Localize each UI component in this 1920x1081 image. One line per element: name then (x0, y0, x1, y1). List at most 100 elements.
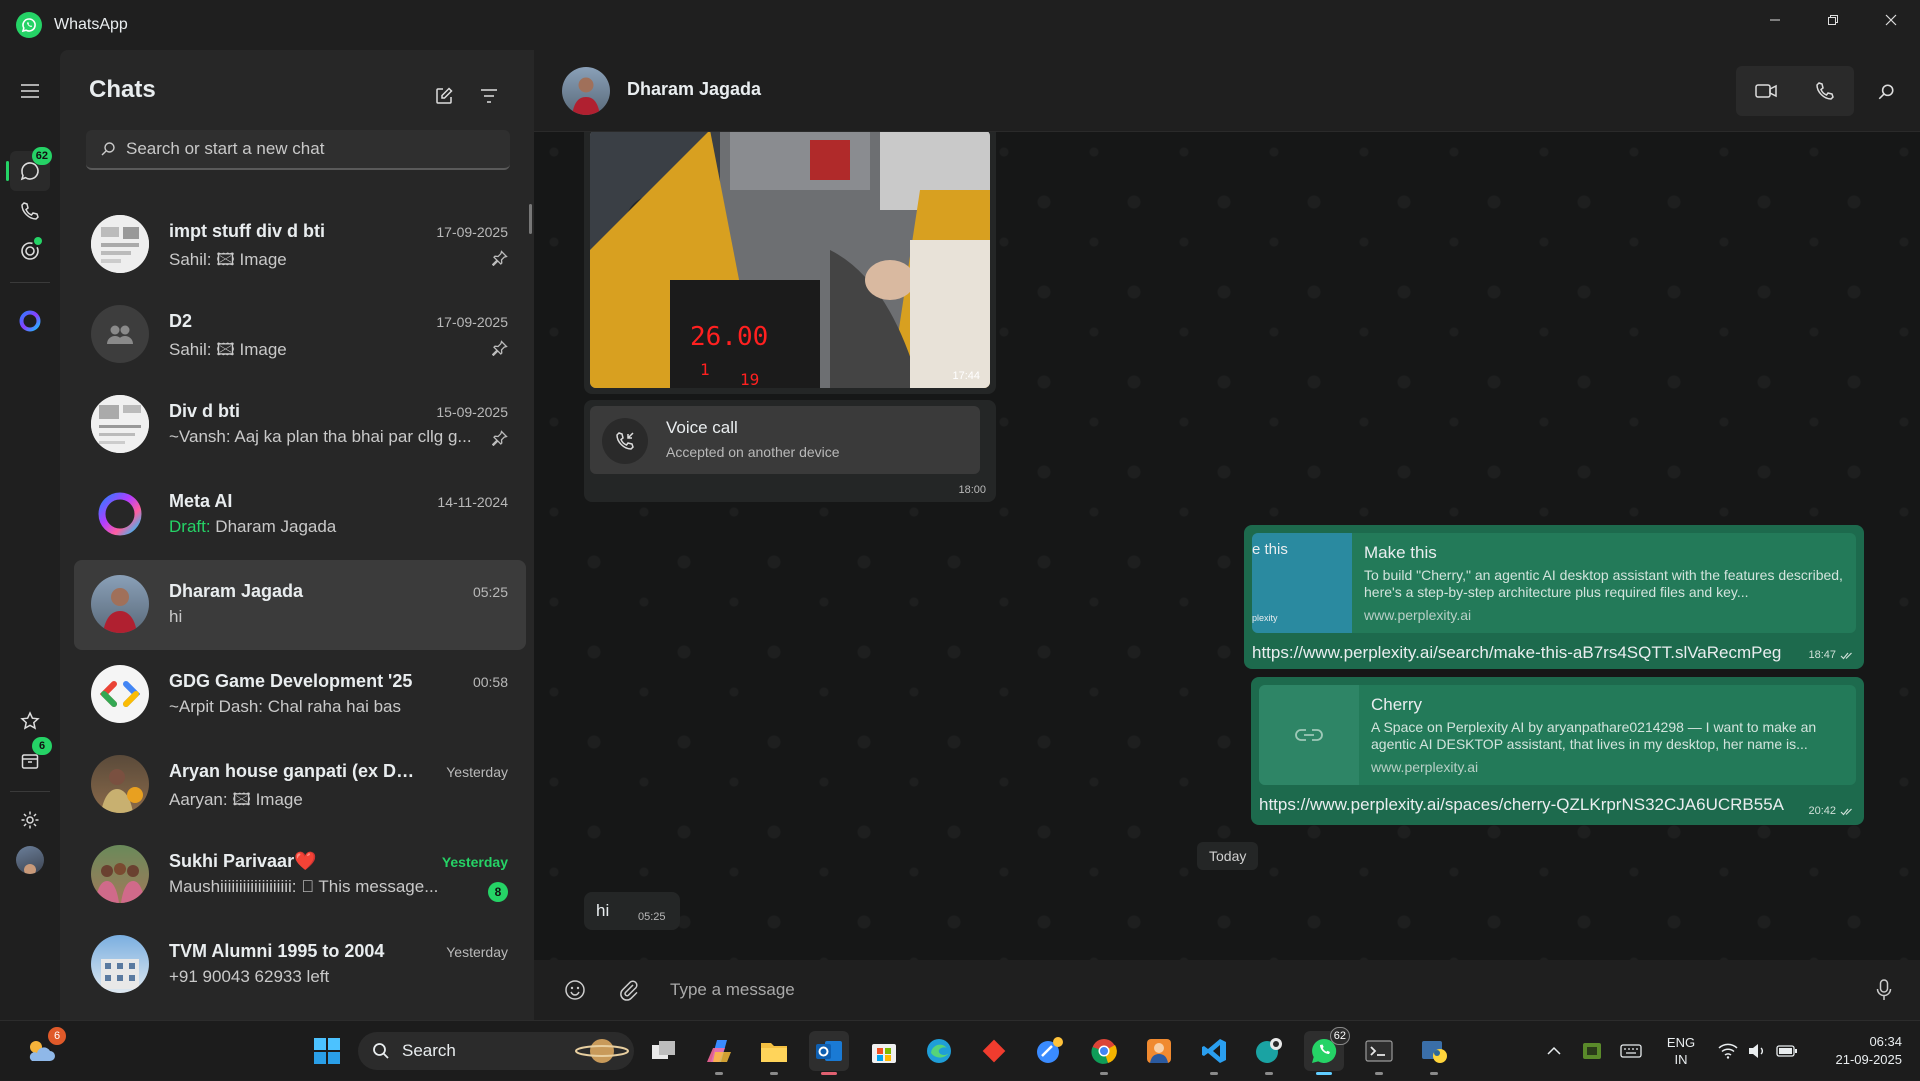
taskbar-edge[interactable] (919, 1031, 959, 1071)
close-window-button[interactable] (1862, 0, 1920, 40)
restore-button[interactable] (1804, 0, 1862, 40)
chat-item-div-d-bti[interactable]: Div d bti 15-09-2025 ~Vansh: Aaj ka plan… (74, 380, 526, 470)
contact-avatar[interactable] (562, 67, 610, 115)
chat-preview: Aaryan: 🖾 Image (169, 790, 303, 809)
group-icon (107, 325, 133, 344)
search-icon (1878, 84, 1894, 100)
chrome-icon (1091, 1039, 1117, 1064)
taskbar-outlook[interactable] (809, 1031, 849, 1075)
tray-overflow-button[interactable] (1542, 1021, 1566, 1081)
conversation-header[interactable]: Dharam Jagada (534, 50, 1920, 132)
voice-message-button[interactable] (1866, 972, 1902, 1008)
chat-item-meta-ai[interactable]: Meta AI 14-11-2024 Draft: Dharam Jagada (74, 470, 526, 560)
taskbar-weather[interactable]: 6 (20, 1027, 66, 1071)
tray-language-button[interactable]: ENG IN (1658, 1021, 1704, 1081)
unread-count-badge: 8 (488, 882, 508, 902)
taskbar-python[interactable] (1029, 1031, 1069, 1071)
chat-item-gdg[interactable]: GDG Game Development '25 00:58 ~Arpit Da… (74, 650, 526, 740)
chat-time: Yesterday (446, 944, 508, 960)
rail-status-button[interactable] (10, 231, 50, 271)
message-link-url[interactable]: https://www.perplexity.ai/search/make-th… (1252, 643, 1856, 663)
rail-settings-button[interactable] (10, 800, 50, 840)
chat-item-aryan-house[interactable]: Aryan house ganpati (ex Dea... Yesterday… (74, 740, 526, 830)
group-avatar (91, 935, 149, 993)
minimize-button[interactable] (1746, 0, 1804, 40)
clock-date: 21-09-2025 (1835, 1052, 1903, 1067)
new-chat-button[interactable] (426, 78, 462, 114)
navigation-rail: 62 6 (0, 50, 60, 1020)
double-check-icon (1840, 652, 1852, 659)
taskbar-vscode[interactable] (1194, 1031, 1234, 1075)
meta-ai-avatar (91, 485, 149, 543)
message-time: 17:44 (952, 370, 980, 382)
voice-call-button[interactable] (1795, 66, 1854, 116)
taskbar-copilot[interactable] (699, 1031, 739, 1075)
vscode-icon (1202, 1039, 1226, 1063)
link-preview-card[interactable]: e this plexity Make this To build "Cherr… (1252, 533, 1856, 633)
link-message-make-this[interactable]: e this plexity Make this To build "Cherr… (1244, 525, 1864, 669)
message-area[interactable]: 26.00 1 19 17:44 Voice call Accepted on … (534, 132, 1920, 960)
wifi-icon (1718, 1043, 1738, 1059)
rail-calls-button[interactable] (10, 191, 50, 231)
image-message[interactable]: 26.00 1 19 17:44 (584, 132, 996, 394)
archived-badge: 6 (32, 737, 52, 755)
attach-button[interactable] (611, 972, 647, 1008)
taskbar-terminal[interactable] (1359, 1031, 1399, 1075)
chat-preview: Maushiiiiiiiiiiiiiiiiiii: ⃠ This message… (169, 877, 439, 896)
message-link-url[interactable]: https://www.perplexity.ai/spaces/cherry-… (1259, 795, 1856, 815)
taskbar-whatsapp[interactable]: 62 (1304, 1027, 1350, 1075)
tray-quick-settings[interactable] (1714, 1021, 1802, 1081)
taskbar-edge-dev[interactable] (1249, 1031, 1289, 1075)
svg-text:1: 1 (700, 360, 710, 379)
chat-item-tvm-alumni[interactable]: TVM Alumni 1995 to 2004 Yesterday +91 90… (74, 920, 526, 1010)
message-photo[interactable]: 26.00 1 19 17:44 (590, 132, 990, 388)
group-avatar (91, 755, 149, 813)
chat-search-box[interactable] (86, 130, 510, 170)
chat-item-sukhi-parivaar[interactable]: Sukhi Parivaar❤️ Yesterday Maushiiiiiiii… (74, 830, 526, 920)
chat-item-dharam-jagada[interactable]: Dharam Jagada 05:25 hi (74, 560, 526, 650)
menu-button[interactable] (10, 71, 50, 111)
hamburger-icon (21, 84, 39, 98)
chat-item-d2[interactable]: D2 17-09-2025 Sahil: 🖾 Image (74, 290, 526, 380)
rail-starred-button[interactable] (10, 701, 50, 741)
link-message-cherry[interactable]: Cherry A Space on Perplexity AI by aryan… (1251, 677, 1864, 825)
video-call-button[interactable] (1736, 66, 1795, 116)
tray-gpu-icon-button[interactable] (1580, 1021, 1604, 1081)
chat-search-input[interactable] (126, 139, 486, 159)
link-preview-card[interactable]: Cherry A Space on Perplexity AI by aryan… (1259, 685, 1856, 785)
taskbar-git[interactable] (974, 1031, 1014, 1071)
taskbar-app-avatar[interactable] (1139, 1031, 1179, 1071)
emoji-button[interactable] (557, 972, 593, 1008)
chat-preview: +91 90043 62933 left (169, 967, 330, 986)
taskbar-file-explorer[interactable] (754, 1031, 794, 1075)
terminal-icon (1365, 1040, 1393, 1062)
taskbar-chrome[interactable] (1084, 1031, 1124, 1075)
group-avatar (91, 395, 149, 453)
voice-call-message[interactable]: Voice call Accepted on another device 18… (584, 400, 996, 502)
start-button[interactable] (307, 1031, 347, 1071)
group-avatar (91, 305, 149, 363)
taskbar-store[interactable] (864, 1031, 904, 1071)
pin-icon (492, 340, 508, 356)
chat-name: impt stuff div d bti (169, 221, 325, 241)
message-input[interactable] (670, 974, 1770, 1006)
chat-preview: Sahil: 🖾 Image (169, 250, 287, 269)
meter-reading: 26.00 (690, 322, 768, 352)
taskbar-task-view[interactable] (644, 1031, 684, 1071)
tray-keyboard-button[interactable] (1618, 1021, 1644, 1081)
search-messages-button[interactable] (1868, 74, 1904, 110)
call-card[interactable]: Voice call Accepted on another device (590, 406, 980, 474)
rail-chats-button[interactable]: 62 (6, 147, 52, 191)
contact-name[interactable]: Dharam Jagada (627, 79, 761, 100)
filter-button[interactable] (471, 78, 507, 114)
rail-archived-button[interactable]: 6 (10, 737, 52, 781)
chat-preview: Sahil: 🖾 Image (169, 340, 287, 359)
chat-item-impt-stuff[interactable]: impt stuff div d bti 17-09-2025 Sahil: 🖾… (74, 200, 526, 290)
taskbar-python-idle[interactable] (1414, 1031, 1454, 1075)
incoming-text-message[interactable]: hi 05:25 (584, 892, 680, 930)
rail-meta-ai-button[interactable] (10, 301, 50, 341)
chat-list-scrollbar[interactable] (529, 204, 532, 234)
rail-profile-button[interactable] (10, 840, 50, 880)
taskbar-clock[interactable]: 06:34 21-09-2025 (1812, 1033, 1903, 1069)
taskbar-search[interactable]: Search (358, 1032, 634, 1070)
